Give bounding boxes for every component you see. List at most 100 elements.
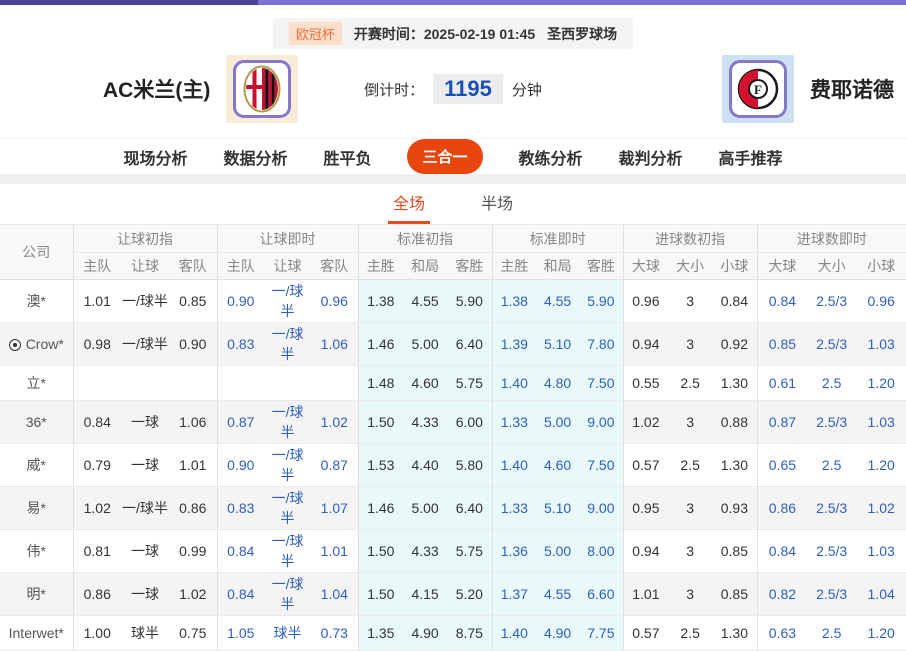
odds-cell: 0.87 [756,400,808,444]
tab-half-match[interactable]: 半场 [476,182,518,224]
odds-cell: 7.75 [579,615,624,651]
subcolumn-header: 和局 [536,252,580,280]
odds-cell: 1.02 [311,400,359,444]
odds-cell: 1.20 [856,615,906,651]
company-cell: 36* [0,400,73,444]
home-team-logo-frame [226,55,299,123]
odds-cell: 一/球半 [264,443,312,487]
odds-cell: 1.39 [491,322,537,366]
odds-cell: 0.84 [72,400,121,444]
odds-cell: 4.60 [536,443,580,487]
subcolumn-header: 小球 [856,252,906,280]
odds-cell: 1.20 [856,443,906,487]
odds-cell: 0.95 [622,486,669,530]
odds-cell: 6.40 [447,322,493,366]
tab-expert-picks[interactable]: 高手推荐 [719,145,783,169]
teams-row: AC米兰(主) 倒计时： 1195 分钟 F 费耶诺德 [0,45,906,133]
table-row: 立* 1.48 4.60 5.75 1.40 4.80 7.50 0.55 2.5 1.30 0.6… [0,365,906,401]
odds-cell: 0.75 [169,615,218,651]
odds-cell: 5.00 [403,486,448,530]
odds-cell: 球半 [264,615,312,651]
group-header-handicap-initial: 让球初指 [72,224,218,253]
odds-cell: 球半 [121,615,169,651]
kickoff-time: 开赛时间：2025-02-19 01:45 [353,25,536,42]
feyenoord-crest-icon: F [729,60,787,118]
tab-full-match[interactable]: 全场 [387,182,430,224]
odds-cell: 2.5 [807,615,857,651]
odds-cell: 0.84 [756,529,808,573]
odds-cell: 0.90 [216,279,265,323]
odds-cell: 6.00 [447,400,493,444]
odds-cell: 0.73 [311,615,359,651]
odds-cell: 一球 [121,443,169,487]
odds-cell: 0.82 [756,572,808,616]
group-header-handicap-live: 让球即时 [216,224,359,253]
odds-cell: 4.55 [403,279,448,323]
soccer-ball-icon [8,339,21,351]
odds-cell: 2.5 [668,365,713,401]
odds-cell: 0.87 [216,400,265,444]
match-header: 欧冠杯 开赛时间：2025-02-19 01:45 圣西罗球场 AC米兰(主) [0,5,906,138]
tab-referee-analysis[interactable]: 裁判分析 [619,145,683,169]
odds-cell [121,365,169,401]
odds-cell: 0.61 [756,365,808,401]
odds-cell: 0.85 [169,279,218,323]
table-row: Crow* 0.98 一/球半 0.90 0.83 一/球半 1.06 1.46 5.00 6.4… [0,322,906,366]
away-team-name: 费耶诺德 [810,79,894,102]
odds-cell: 1.03 [856,529,906,573]
odds-cell: 一球 [121,400,169,444]
odds-cell: 0.86 [72,572,121,616]
odds-cell: 一/球半 [264,400,312,444]
odds-cell: 5.75 [447,529,493,573]
odds-cell: 1.50 [357,529,404,573]
odds-cell: 0.86 [169,486,218,530]
odds-cell: 2.5 [668,615,713,651]
odds-cell: 1.33 [491,400,537,444]
odds-cell: 4.90 [403,615,448,651]
odds-cell: 0.83 [216,322,265,366]
odds-cell: 0.85 [712,572,758,616]
odds-cell: 一球 [121,572,169,616]
subcolumn-header: 客胜 [579,252,624,280]
odds-cell: 1.06 [169,400,218,444]
odds-cell: 4.33 [403,400,448,444]
odds-cell: 1.38 [491,279,537,323]
odds-cell: 1.01 [72,279,121,323]
odds-cell: 一/球半 [264,322,312,366]
odds-cell: 0.83 [216,486,265,530]
odds-cell: 0.65 [756,443,808,487]
header-subcolumn-row: 主队 让球 客队 主队 让球 客队 主胜 和局 客胜 主胜 和局 客胜 大球 大小 小球 大球 大小 小球 [0,252,906,280]
league-badge: 欧冠杯 [288,22,342,45]
tab-coach-analysis[interactable]: 教练分析 [519,145,583,169]
odds-cell: 4.55 [536,279,580,323]
odds-cell: 一/球半 [264,486,312,530]
odds-cell: 1.33 [491,486,537,530]
odds-cell: 1.37 [491,572,537,616]
company-cell: Interwet* [0,615,73,651]
odds-cell: 0.63 [756,615,808,651]
tab-three-in-one[interactable]: 三合一 [407,139,483,174]
odds-cell: 1.02 [856,486,906,530]
odds-cell: 2.5/3 [807,279,857,323]
divider-band [0,174,906,184]
odds-cell: 一/球半 [121,279,169,323]
odds-cell: 0.84 [712,279,758,323]
odds-cell: 7.50 [579,365,624,401]
odds-cell: 1.46 [357,322,404,366]
tab-live-analysis[interactable]: 现场分析 [123,145,187,169]
subcolumn-header: 主队 [216,252,265,280]
tab-win-draw-lose[interactable]: 胜平负 [323,145,371,169]
company-cell: Crow* [0,322,73,366]
odds-cell: 0.84 [756,279,808,323]
odds-cell [169,365,218,401]
odds-cell: 5.00 [536,400,580,444]
odds-table: 公司 让球初指 让球即时 标准初指 标准即时 进球数初指 进球数即时 主队 让球客… [0,224,906,651]
odds-cell: 4.33 [403,529,448,573]
odds-cell: 2.5/3 [807,322,857,366]
tab-data-analysis[interactable]: 数据分析 [223,145,287,169]
odds-cell: 5.10 [536,486,580,530]
company-cell: 伟* [0,529,73,573]
odds-cell: 0.57 [622,443,669,487]
odds-cell: 0.90 [216,443,265,487]
odds-cell: 1.35 [357,615,404,651]
